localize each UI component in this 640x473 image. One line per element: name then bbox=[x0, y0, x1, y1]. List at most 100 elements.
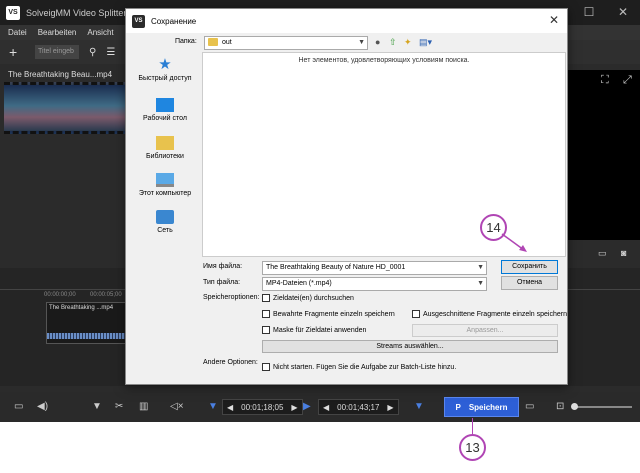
filetype-value: MP4-Dateien (*.mp4) bbox=[266, 280, 332, 287]
folder-value: out bbox=[222, 39, 232, 46]
ruler-tick: 00:00:05;00 bbox=[90, 292, 122, 298]
file-list[interactable]: Нет элементов, удовлетворяющих условиям … bbox=[202, 52, 566, 257]
cut-icon[interactable]: ✂ bbox=[115, 401, 123, 412]
checkbox-box[interactable] bbox=[262, 294, 270, 302]
save-options-label: Speicheroptionen: bbox=[203, 294, 260, 301]
customize-button[interactable]: Anpassen... bbox=[412, 324, 558, 337]
callout-arrow-14 bbox=[501, 233, 527, 252]
callout-line-13 bbox=[472, 418, 473, 434]
filename-label: Имя файла: bbox=[203, 263, 243, 270]
marker-icon[interactable]: ▼ bbox=[92, 401, 102, 412]
dialog-titlebar: VS Сохранение ✕ bbox=[126, 9, 567, 33]
out-marker-icon[interactable]: ▼ bbox=[414, 401, 424, 412]
computer-icon bbox=[156, 173, 174, 187]
save-main-icon: P bbox=[455, 402, 461, 412]
audio-waveform bbox=[47, 333, 127, 339]
sidebar-item-desktop[interactable]: Рабочий стол bbox=[130, 98, 200, 122]
checkbox-kept-fragments[interactable]: Bewahrte Fragmente einzeln speichern bbox=[262, 310, 395, 318]
add-icon[interactable]: + bbox=[9, 44, 29, 60]
checkbox-cut-fragments[interactable]: Ausgeschnittene Fragmente einzeln speich… bbox=[412, 310, 567, 318]
chevron-down-icon: ▼ bbox=[477, 280, 484, 287]
checkbox-box[interactable] bbox=[262, 310, 270, 318]
checkbox-label: Maske für Zieldatei anwenden bbox=[273, 326, 367, 334]
crop-icon[interactable]: ⛶ bbox=[601, 74, 609, 87]
dialog-close-icon[interactable]: ✕ bbox=[549, 13, 559, 27]
screen-icon[interactable]: ▭ bbox=[14, 401, 23, 412]
other-options-label: Andere Optionen: bbox=[203, 359, 258, 366]
close-icon[interactable]: ✕ bbox=[606, 0, 640, 25]
callout-13: 13 bbox=[459, 434, 486, 461]
file-tab[interactable]: The Breathtaking Beau...mp4 bbox=[8, 70, 112, 79]
zoom-icon[interactable]: ⊡ bbox=[556, 401, 564, 412]
save-main-button[interactable]: P Speichern bbox=[444, 397, 519, 417]
app-logo: VS bbox=[6, 5, 20, 20]
sidebar-item-network[interactable]: Сеть bbox=[130, 210, 200, 234]
video-thumbnail-strip[interactable] bbox=[4, 82, 132, 134]
checkbox-batch[interactable]: Nicht starten. Fügen Sie die Aufgabe zur… bbox=[262, 363, 456, 371]
dialog-logo: VS bbox=[132, 14, 145, 28]
select-streams-button[interactable]: Streams auswählen... bbox=[262, 340, 558, 353]
dialog-save-button[interactable]: Сохранить bbox=[501, 260, 558, 274]
slider-handle[interactable] bbox=[571, 403, 578, 410]
list-view-icon[interactable]: ☰ bbox=[106, 47, 115, 58]
timeline-clip[interactable]: The Breathtaking ...mp4 bbox=[46, 302, 128, 344]
filename-value: The Breathtaking Beauty of Nature HD_000… bbox=[266, 264, 406, 271]
fullscreen-icon[interactable]: ⤢ bbox=[623, 74, 632, 87]
folder-icon bbox=[208, 38, 218, 47]
dialog-title: Сохранение bbox=[151, 16, 197, 26]
sidebar-item-quick-access[interactable]: ★ Быстрый доступ bbox=[130, 56, 200, 82]
timecode-start[interactable]: ◀ 00:01;18;05 ▶ bbox=[222, 399, 303, 415]
sidebar-item-libraries[interactable]: Библиотеки bbox=[130, 136, 200, 160]
library-icon bbox=[156, 136, 174, 150]
search-icon[interactable]: ⚲ bbox=[89, 47, 96, 58]
mute-icon[interactable]: ◁× bbox=[170, 401, 184, 412]
filename-input[interactable]: The Breathtaking Beauty of Nature HD_000… bbox=[262, 261, 487, 275]
timecode-end[interactable]: ◀ 00:01;43;17 ▶ bbox=[318, 399, 399, 415]
in-marker-icon[interactable]: ▼ bbox=[208, 401, 218, 412]
dialog-cancel-button[interactable]: Отмена bbox=[501, 276, 558, 290]
chevron-down-icon: ▼ bbox=[477, 264, 484, 271]
up-folder-icon[interactable]: ⇧ bbox=[389, 37, 397, 48]
play-icon[interactable]: ▶ bbox=[303, 401, 311, 412]
checkbox-search-target[interactable]: Zieldatei(en) durchsuchen bbox=[262, 294, 354, 302]
folder-select[interactable]: out ▼ bbox=[204, 36, 368, 50]
sidebar-label: Библиотеки bbox=[146, 153, 184, 160]
filetype-select[interactable]: MP4-Dateien (*.mp4) ▼ bbox=[262, 277, 487, 291]
checkbox-box[interactable] bbox=[262, 363, 270, 371]
ruler-tick: 00:00:00;00 bbox=[44, 292, 76, 298]
title-search-input[interactable]: Titel eingeb bbox=[35, 45, 79, 59]
video-preview: ⛶ ⤢ ▭ ◙ bbox=[565, 70, 640, 258]
snapshot-icon[interactable]: ◙ bbox=[621, 248, 626, 258]
folder-label: Папка: bbox=[175, 38, 197, 45]
desktop-icon bbox=[156, 98, 174, 112]
prev-frame-icon[interactable]: ◀ bbox=[223, 403, 237, 412]
checkbox-label: Zieldatei(en) durchsuchen bbox=[273, 294, 354, 302]
menu-view[interactable]: Ansicht bbox=[87, 28, 113, 37]
timecode-end-value: 00:01;43;17 bbox=[337, 402, 380, 412]
sidebar-item-this-pc[interactable]: Этот компьютер bbox=[130, 173, 200, 197]
bottom-toolbar: ▭ ◀) ▼ ✂ ▥ ◁× ▼ ◀ 00:01;18;05 ▶ ▶ ◀ 00:0… bbox=[0, 392, 640, 422]
checkbox-box[interactable] bbox=[412, 310, 420, 318]
back-icon[interactable]: ● bbox=[375, 37, 380, 47]
view-menu-icon[interactable]: ▤▾ bbox=[419, 37, 432, 48]
volume-icon[interactable]: ◀) bbox=[37, 401, 48, 412]
new-folder-icon[interactable]: ✦ bbox=[404, 37, 412, 48]
sidebar-label: Быстрый доступ bbox=[138, 75, 192, 82]
maximize-icon[interactable]: ☐ bbox=[572, 0, 606, 25]
save-dialog: VS Сохранение ✕ Папка: out ▼ ● ⇧ ✦ ▤▾ ★ … bbox=[125, 8, 568, 385]
chevron-down-icon: ▼ bbox=[358, 39, 365, 46]
prev-frame-icon[interactable]: ◀ bbox=[319, 403, 333, 412]
menu-edit[interactable]: Bearbeiten bbox=[38, 28, 77, 37]
folder-icon[interactable]: ▭ bbox=[525, 401, 534, 412]
checkbox-mask[interactable]: Maske für Zieldatei anwenden bbox=[262, 326, 366, 334]
zoom-slider[interactable] bbox=[571, 403, 632, 410]
folder-icon[interactable]: ▭ bbox=[598, 248, 607, 259]
trash-icon[interactable]: ▥ bbox=[139, 401, 148, 412]
sidebar-label: Сеть bbox=[157, 227, 173, 234]
star-icon: ★ bbox=[158, 56, 172, 73]
sidebar-label: Этот компьютер bbox=[138, 190, 192, 197]
next-frame-icon[interactable]: ▶ bbox=[383, 403, 397, 412]
next-frame-icon[interactable]: ▶ bbox=[287, 403, 301, 412]
checkbox-box[interactable] bbox=[262, 326, 270, 334]
menu-file[interactable]: Datei bbox=[8, 28, 27, 37]
